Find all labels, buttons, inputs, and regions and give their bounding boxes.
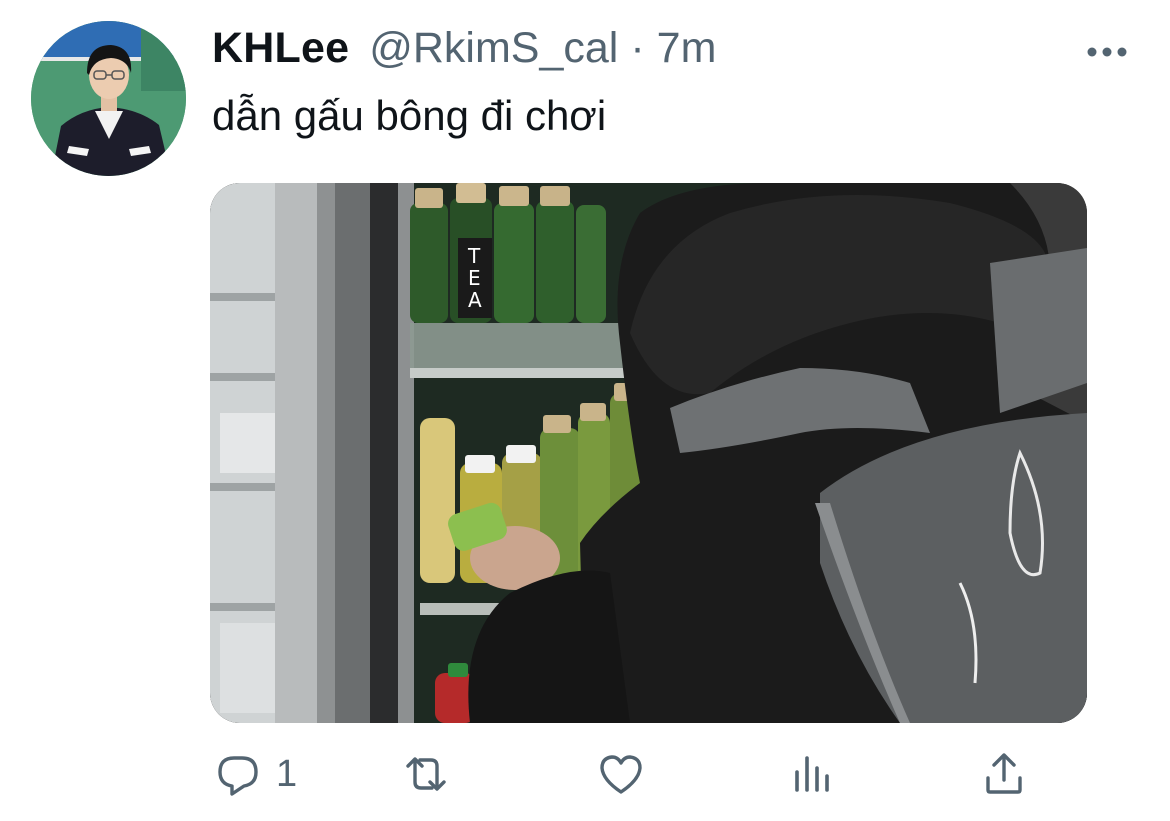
like-button[interactable] [597, 750, 645, 798]
bottle-label: TEA [467, 244, 482, 312]
retweet-icon [406, 757, 446, 791]
tweet-text: dẫn gấu bông đi chơi [212, 92, 607, 139]
timestamp[interactable]: 7m [657, 24, 717, 73]
display-name[interactable]: KHLee [212, 24, 349, 73]
more-horizontal-icon [1087, 47, 1127, 57]
reply-button[interactable]: 1 [214, 750, 297, 798]
reply-icon [218, 756, 258, 796]
analytics-icon [795, 756, 829, 792]
retweet-button[interactable] [402, 750, 450, 798]
tweet-header: KHLee @RkimS_cal · 7m [212, 24, 716, 80]
avatar-photo [31, 21, 186, 176]
user-handle[interactable]: @RkimS_cal [369, 24, 618, 73]
photo-image: TEA [210, 183, 1087, 723]
tweet-photo[interactable]: TEA [210, 183, 1087, 723]
reply-count: 1 [276, 752, 298, 795]
tweet-actions: 1 [0, 740, 1170, 810]
separator-dot: · [630, 24, 645, 72]
share-icon [986, 753, 1022, 794]
tweet[interactable]: KHLee @RkimS_cal · 7m dẫn gấu bông đi ch… [0, 0, 1170, 821]
avatar[interactable] [31, 21, 186, 176]
heart-icon [600, 755, 642, 794]
more-options-button[interactable] [1086, 42, 1128, 62]
share-button[interactable] [980, 750, 1028, 798]
views-button[interactable] [789, 750, 837, 798]
